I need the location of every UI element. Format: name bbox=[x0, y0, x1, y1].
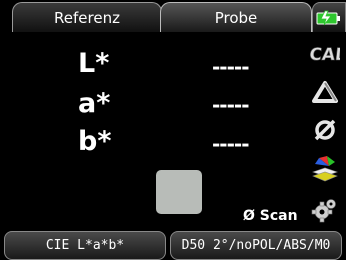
l-star-value: ----- bbox=[212, 55, 250, 79]
measurement-conditions-button[interactable]: D50 2°/noPOL/ABS/M0 bbox=[170, 231, 342, 260]
scan-label[interactable]: Ø Scan bbox=[243, 208, 298, 224]
null-icon bbox=[314, 119, 336, 141]
tab-referenz[interactable]: Referenz bbox=[12, 2, 162, 32]
battery-charging-icon bbox=[316, 10, 340, 25]
cal-icon: CAL bbox=[310, 45, 340, 64]
a-star-value: ----- bbox=[212, 93, 250, 117]
settings-button[interactable] bbox=[310, 196, 340, 224]
delta-icon bbox=[312, 81, 338, 103]
b-star-label: b* bbox=[78, 126, 112, 157]
color-palette-button[interactable] bbox=[310, 155, 340, 183]
l-star-label: L* bbox=[78, 48, 110, 79]
delta-button[interactable] bbox=[310, 78, 340, 106]
footer-bar: CIE L*a*b* D50 2°/noPOL/ABS/M0 bbox=[0, 231, 346, 260]
settings-gear-icon bbox=[311, 199, 336, 223]
color-swatch bbox=[156, 170, 202, 214]
a-star-label: a* bbox=[78, 88, 111, 119]
tab-probe[interactable]: Probe bbox=[160, 2, 312, 32]
cal-icon-text: CAL bbox=[310, 45, 340, 64]
null-button[interactable] bbox=[310, 116, 340, 144]
cal-button[interactable]: CAL bbox=[310, 38, 340, 66]
battery-tab[interactable] bbox=[312, 2, 346, 32]
b-star-value: ----- bbox=[212, 132, 250, 156]
tab-bar: Referenz Probe bbox=[0, 0, 346, 32]
color-space-button[interactable]: CIE L*a*b* bbox=[4, 231, 166, 260]
color-palette-icon bbox=[312, 156, 338, 182]
